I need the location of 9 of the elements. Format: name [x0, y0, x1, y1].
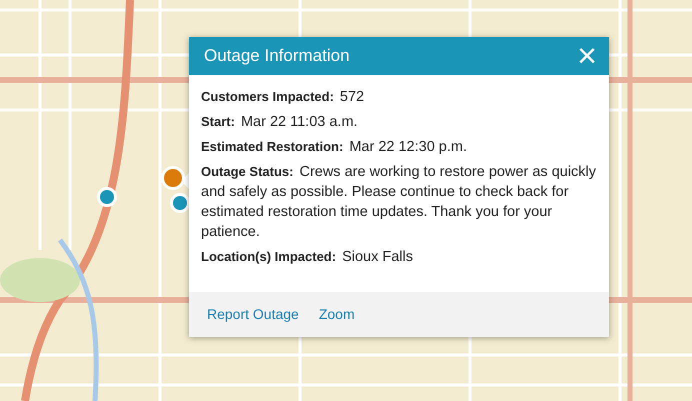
popup-title: Outage Information	[204, 45, 350, 68]
close-button[interactable]: ×	[577, 39, 597, 73]
info-field: Customers Impacted: 572	[201, 87, 597, 107]
info-field: Outage Status: Crews are working to restore power as quickly and safely as possible. Please continue to check back for estimated restoration time updates. Thank you for your patience.	[201, 162, 597, 242]
action-link[interactable]: Report Outage	[207, 304, 299, 325]
info-field: Estimated Restoration: Mar 22 12:30 p.m.	[201, 137, 597, 157]
info-field: Start: Mar 22 11:03 a.m.	[201, 112, 597, 132]
info-field: Location(s) Impacted: Sioux Falls	[201, 247, 597, 267]
action-link[interactable]: Zoom	[318, 304, 355, 325]
